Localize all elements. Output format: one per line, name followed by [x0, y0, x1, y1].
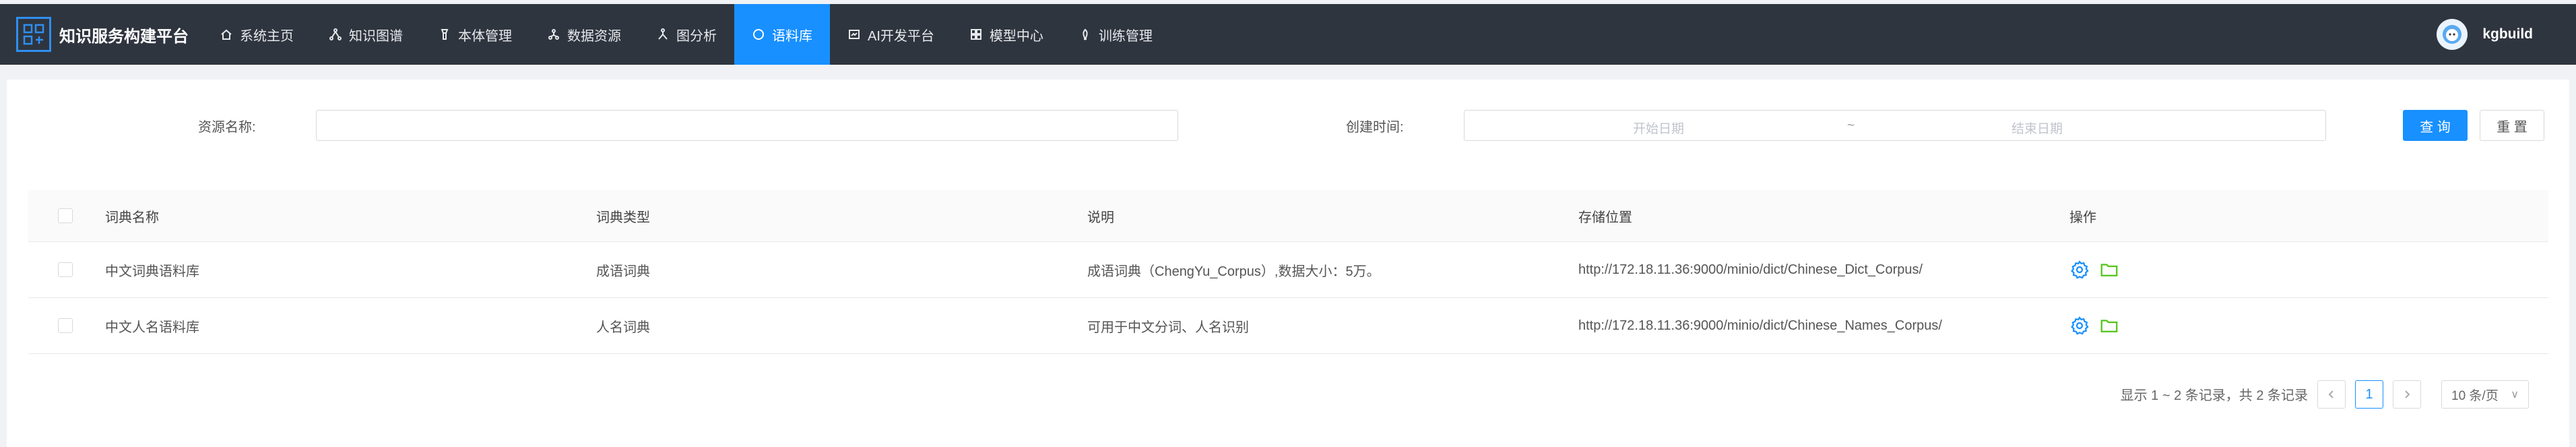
graph-icon	[329, 28, 342, 40]
column-header: 说明	[1087, 210, 1114, 225]
column-header: 词典类型	[596, 210, 650, 225]
settings-icon[interactable]	[2069, 260, 2090, 280]
folder-icon[interactable]	[2099, 260, 2119, 280]
nav-label: 本体管理	[458, 28, 512, 44]
nav-label: 语料库	[772, 28, 812, 44]
column-header: 存储位置	[1578, 210, 1632, 225]
column-header: 操作	[2069, 210, 2096, 225]
start-date-input[interactable]: 开始日期	[1633, 119, 1684, 137]
column-header: 词典名称	[105, 210, 159, 225]
train-icon	[1083, 28, 1088, 41]
nav-item-model-center[interactable]: 模型中心	[952, 4, 1061, 65]
settings-icon[interactable]	[2069, 316, 2090, 336]
table-row[interactable]: 中文人名语料库 人名词典 可用于中文分词、人名识别 http://172.18.…	[28, 298, 2548, 354]
resource-name-input[interactable]	[316, 110, 1178, 141]
chevron-right-icon	[2405, 390, 2410, 398]
reset-button[interactable]: 重 置	[2480, 110, 2544, 141]
select-all-cell	[58, 190, 73, 241]
storage-location: http://172.18.11.36:9000/minio/dict/Chin…	[1578, 318, 1942, 333]
chevron-left-icon	[2328, 390, 2333, 398]
main-nav: 系统主页 知识图谱 本体管理 数据资源 图分析 语料库 AI开发平台 模型中心	[202, 4, 1170, 65]
search-button[interactable]: 查 询	[2403, 110, 2468, 141]
top-navbar: 知识服务构建平台 系统主页 知识图谱 本体管理 数据资源 图分析 语料库 AI开…	[0, 4, 2576, 65]
nav-label: 数据资源	[567, 28, 621, 44]
ontology-icon	[441, 29, 449, 40]
ai-icon	[849, 30, 860, 39]
nav-label: 系统主页	[240, 28, 294, 44]
table-row[interactable]: 中文词典语料库 成语词典 成语词典（ChengYu_Corpus）,数据大小：5…	[28, 242, 2548, 298]
row-checkbox[interactable]	[58, 318, 73, 333]
prev-page-button[interactable]	[2317, 380, 2346, 409]
select-all-checkbox[interactable]	[58, 208, 73, 223]
user-menu[interactable]: kgbuild	[2437, 4, 2533, 65]
page-button-current[interactable]: 1	[2355, 380, 2383, 409]
nav-item-knowledge-graph[interactable]: 知识图谱	[311, 4, 420, 65]
nav-item-training[interactable]: 训练管理	[1061, 4, 1170, 65]
dict-type: 成语词典	[596, 264, 650, 279]
storage-location: http://172.18.11.36:9000/minio/dict/Chin…	[1578, 262, 1923, 277]
page-size-value: 10 条/页	[2451, 388, 2499, 403]
folder-icon[interactable]	[2099, 316, 2119, 336]
next-page-button[interactable]	[2393, 380, 2421, 409]
nav-item-corpus[interactable]: 语料库	[734, 4, 830, 65]
dict-name: 中文词典语料库	[105, 264, 199, 279]
nav-item-home[interactable]: 系统主页	[202, 4, 311, 65]
nav-label: 知识图谱	[349, 28, 403, 44]
data-icon	[548, 29, 559, 40]
date-range-picker[interactable]: 开始日期 ~ 结束日期	[1464, 110, 2326, 141]
brand-title: 知识服务构建平台	[59, 27, 189, 46]
nav-item-data-resources[interactable]: 数据资源	[529, 4, 639, 65]
resource-name-label: 资源名称:	[198, 120, 256, 135]
analysis-icon	[658, 28, 668, 40]
row-checkbox[interactable]	[58, 262, 73, 277]
row-actions	[2069, 242, 2129, 297]
nav-item-ontology[interactable]: 本体管理	[420, 4, 529, 65]
logo-icon	[16, 17, 51, 52]
dict-description: 可用于中文分词、人名识别	[1087, 320, 1249, 335]
dict-name: 中文人名语料库	[105, 320, 199, 335]
nav-item-ai-platform[interactable]: AI开发平台	[830, 4, 952, 65]
home-icon	[221, 29, 232, 40]
chevron-down-icon: ∨	[2511, 389, 2519, 400]
dict-type: 人名词典	[596, 320, 650, 335]
nav-label: 训练管理	[1098, 28, 1153, 44]
brand[interactable]: 知识服务构建平台	[16, 4, 189, 65]
end-date-input[interactable]: 结束日期	[2011, 119, 2063, 137]
pagination-summary: 显示 1 ~ 2 条记录，共 2 条记录	[2120, 388, 2308, 403]
model-icon	[970, 29, 981, 40]
username: kgbuild	[2482, 26, 2533, 42]
avatar-icon	[2443, 25, 2462, 44]
nav-label: 模型中心	[989, 28, 1043, 44]
table-header: 词典名称 词典类型 说明 存储位置 操作	[28, 190, 2548, 242]
dict-description: 成语词典（ChengYu_Corpus）,数据大小：5万。	[1087, 264, 1380, 279]
nav-label: 图分析	[676, 28, 717, 44]
create-time-label: 创建时间:	[1346, 120, 1404, 135]
corpus-icon	[753, 29, 764, 40]
dictionary-table: 词典名称 词典类型 说明 存储位置 操作 中文词典语料库 成语词典 成语词典（C…	[28, 190, 2548, 354]
main-card: 资源名称: 创建时间: 开始日期 ~ 结束日期 查 询 重 置 词典名称 词典类…	[7, 80, 2569, 447]
page-size-select[interactable]: 10 条/页 ∨	[2441, 380, 2529, 409]
nav-item-graph-analysis[interactable]: 图分析	[639, 4, 734, 65]
date-separator: ~	[1847, 119, 1855, 133]
row-actions	[2069, 298, 2129, 353]
avatar[interactable]	[2437, 19, 2468, 50]
nav-label: AI开发平台	[868, 28, 934, 44]
